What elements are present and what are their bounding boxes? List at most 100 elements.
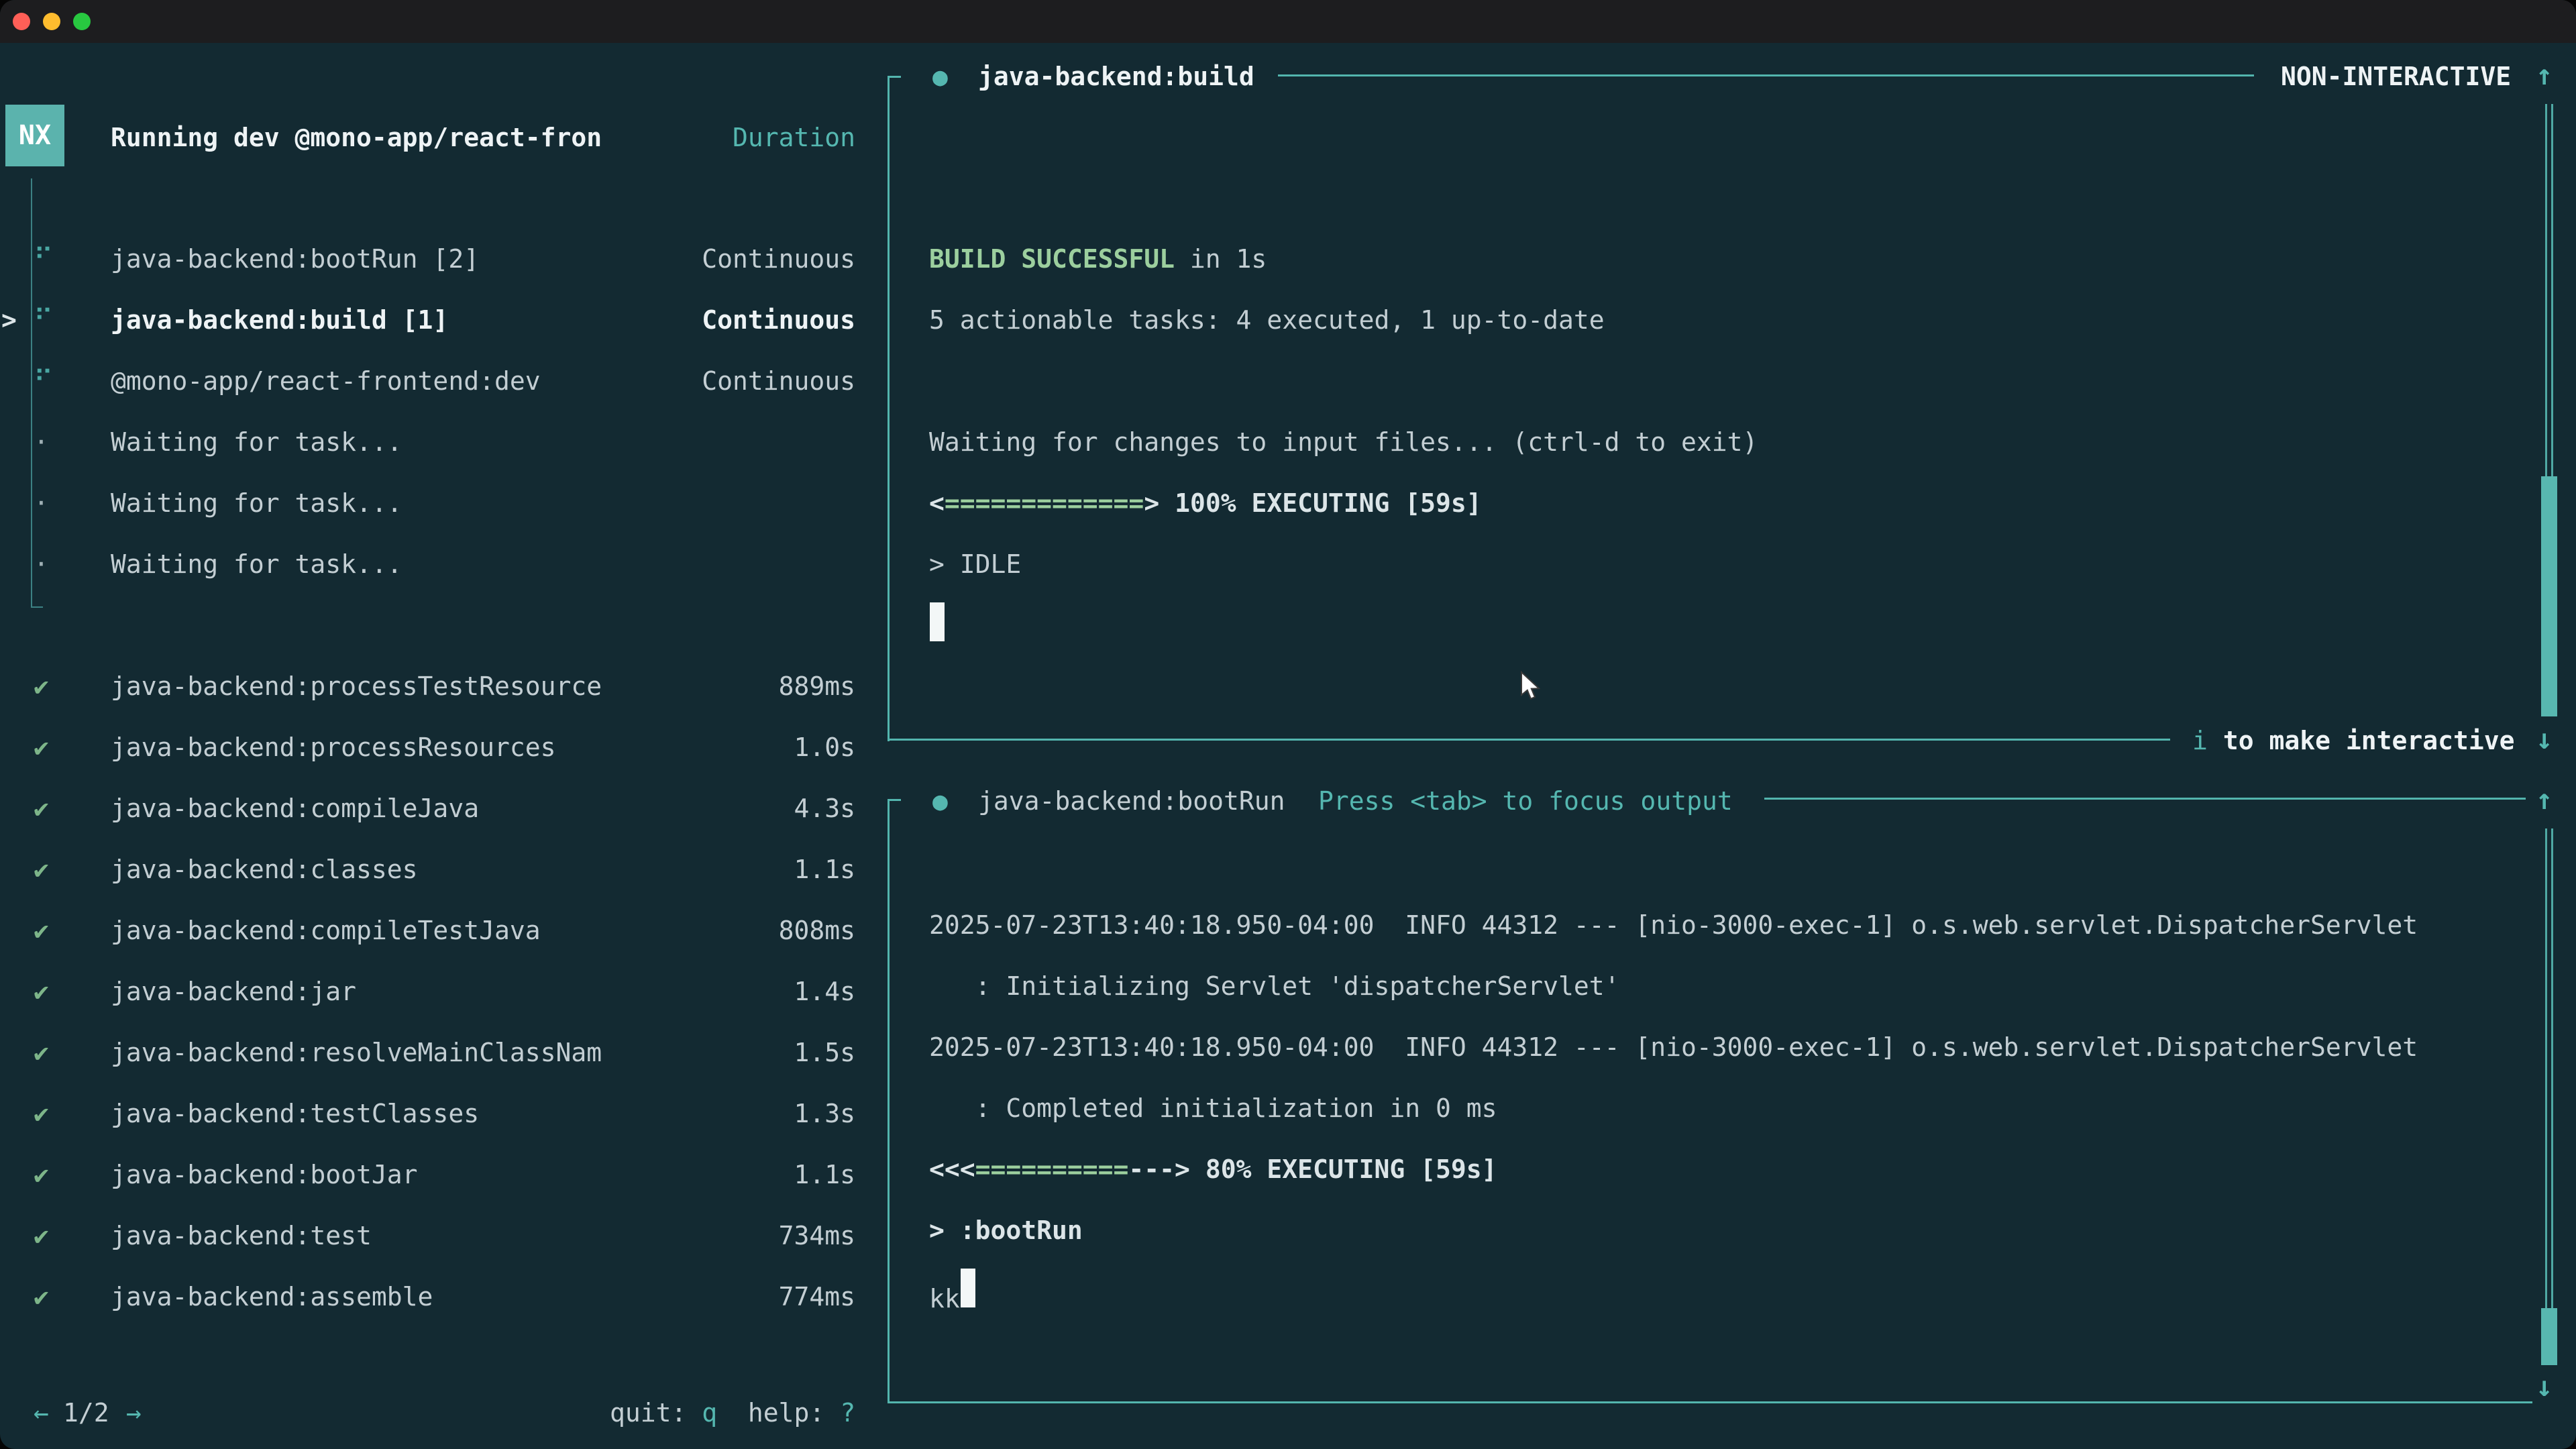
done-task-row[interactable]: ✔ java-backend:testClasses 1.3s [0, 1083, 865, 1144]
check-icon: ✔ [34, 916, 49, 945]
bootrun-pane-bullet-icon: ● [932, 786, 948, 816]
waiting-dot-icon: · [34, 488, 49, 518]
waiting-task-row[interactable]: · Waiting for task... [0, 533, 865, 594]
waiting-task-row[interactable]: · Waiting for task... [0, 472, 865, 533]
task-row[interactable]: > ⠋ java-backend:build [1] Continuous [0, 289, 865, 350]
task-duration: 808ms [779, 916, 855, 945]
task-duration: 1.1s [794, 1160, 855, 1189]
terminal-line [929, 594, 2559, 655]
task-status: Continuous [702, 244, 855, 274]
done-task-row[interactable]: ✔ java-backend:processResources 1.0s [0, 716, 865, 777]
task-label: java-backend:assemble [111, 1282, 433, 1311]
task-row[interactable]: > ⠋ @mono-app/react-frontend:dev Continu… [0, 350, 865, 411]
terminal-line: Waiting for changes to input files... (c… [929, 411, 2559, 472]
done-task-row[interactable]: ✔ java-backend:compileTestJava 808ms [0, 900, 865, 961]
done-task-row[interactable]: ✔ java-backend:bootJar 1.1s [0, 1144, 865, 1205]
scroll-down-icon[interactable]: ↓ [2536, 724, 2553, 755]
task-label: java-backend:compileTestJava [111, 916, 541, 945]
task-label: java-backend:processTestResource [111, 672, 602, 701]
zoom-button[interactable] [73, 13, 91, 30]
done-task-list: ✔ java-backend:processTestResource 889ms… [0, 655, 865, 1327]
task-duration: 1.5s [794, 1038, 855, 1067]
terminal-line: : Initializing Servlet 'dispatcherServle… [929, 955, 2559, 1016]
waiting-label: Waiting for task... [111, 427, 402, 457]
scroll-up-icon[interactable]: ↑ [2536, 784, 2553, 815]
bootrun-pane-left-border [888, 799, 890, 1403]
task-duration: 774ms [779, 1282, 855, 1311]
check-icon: ✔ [34, 733, 49, 762]
terminal-line: : Completed initialization in 0 ms [929, 1077, 2559, 1138]
build-scrollbar-track[interactable] [2545, 104, 2553, 476]
footer-hints: quit: q help: ? [610, 1397, 855, 1428]
task-label: java-backend:bootJar [111, 1160, 418, 1189]
terminal-line: > :bootRun [929, 1199, 2559, 1260]
task-duration: 1.0s [794, 733, 855, 762]
task-duration: 889ms [779, 672, 855, 701]
task-label: java-backend:test [111, 1221, 372, 1250]
bootrun-pane-top-border [1764, 798, 2526, 800]
spinner-icon: ⠋ [34, 366, 53, 396]
terminal-line: BUILD SUCCESSFUL in 1s [929, 228, 2559, 289]
waiting-label: Waiting for task... [111, 488, 402, 518]
duration-header: Duration [733, 122, 855, 153]
done-task-row[interactable]: ✔ java-backend:classes 1.1s [0, 839, 865, 900]
task-label: java-backend:compileJava [111, 794, 479, 823]
bootrun-scrollbar-track[interactable] [2545, 828, 2553, 1308]
task-row[interactable]: > ⠋ java-backend:bootRun [2] Continuous [0, 228, 865, 289]
build-pane-title[interactable]: java-backend:build [978, 61, 1254, 92]
task-label: java-backend:classes [111, 855, 418, 884]
help-label: help: [717, 1398, 840, 1428]
task-status: Continuous [702, 366, 855, 396]
build-pane-bottom-border [888, 739, 2170, 741]
task-label: java-backend:bootRun [2] [111, 244, 479, 274]
build-pane-top-border [1278, 74, 2254, 76]
mouse-cursor [1517, 671, 1547, 706]
terminal-line: kk [929, 1260, 2559, 1322]
bootrun-output: 2025-07-23T13:40:18.950-04:00 INFO 44312… [929, 894, 2559, 1322]
quit-label: quit: [610, 1398, 702, 1428]
terminal-line: 2025-07-23T13:40:18.950-04:00 INFO 44312… [929, 1016, 2559, 1077]
done-task-row[interactable]: ✔ java-backend:assemble 774ms [0, 1266, 865, 1327]
task-label: java-backend:resolveMainClassNam [111, 1038, 602, 1067]
done-task-row[interactable]: ✔ java-backend:resolveMainClassNam 1.5s [0, 1022, 865, 1083]
close-button[interactable] [13, 13, 30, 30]
build-pane-left-border [888, 76, 890, 741]
cursor-block [930, 602, 945, 641]
waiting-dot-icon: · [34, 427, 49, 457]
bootrun-scrollbar-thumb[interactable] [2541, 1308, 2557, 1365]
task-duration: 1.3s [794, 1099, 855, 1128]
spinner-icon: ⠋ [34, 305, 53, 335]
check-icon: ✔ [34, 672, 49, 701]
waiting-dot-icon: · [34, 549, 49, 579]
waiting-label: Waiting for task... [111, 549, 402, 579]
active-task-list: > ⠋ java-backend:bootRun [2] Continuous … [0, 228, 865, 411]
task-label: java-backend:processResources [111, 733, 555, 762]
done-task-row[interactable]: ✔ java-backend:compileJava 4.3s [0, 777, 865, 839]
task-label: @mono-app/react-frontend:dev [111, 366, 541, 396]
check-icon: ✔ [34, 1038, 49, 1067]
bootrun-pane-title[interactable]: java-backend:bootRun [978, 786, 1285, 816]
task-label: java-backend:build [1] [111, 305, 448, 335]
terminal-line [929, 350, 2559, 411]
waiting-task-row[interactable]: · Waiting for task... [0, 411, 865, 472]
minimize-button[interactable] [43, 13, 60, 30]
done-task-row[interactable]: ✔ java-backend:processTestResource 889ms [0, 655, 865, 716]
terminal-window: NX Running dev @mono-app/react-fron Dura… [0, 0, 2576, 1449]
done-task-row[interactable]: ✔ java-backend:jar 1.4s [0, 961, 865, 1022]
task-status: Continuous [702, 305, 855, 335]
build-pane-corner [888, 76, 901, 78]
terminal-line: 5 actionable tasks: 4 executed, 1 up-to-… [929, 289, 2559, 350]
sidebar-title: Running dev @mono-app/react-fron [111, 122, 602, 153]
done-task-row[interactable]: ✔ java-backend:test 734ms [0, 1205, 865, 1266]
interactive-hint: to make interactive [2208, 725, 2515, 756]
task-label: java-backend:jar [111, 977, 356, 1006]
quit-key: q [702, 1398, 717, 1428]
terminal-line: <<<==========---> 80% EXECUTING [59s] [929, 1138, 2559, 1199]
help-key: ? [840, 1398, 855, 1428]
page-next-icon[interactable]: → [126, 1397, 142, 1428]
build-scrollbar-thumb[interactable] [2541, 476, 2557, 716]
scroll-up-icon[interactable]: ↑ [2536, 60, 2553, 91]
page-prev-icon[interactable]: ← [34, 1397, 49, 1428]
scroll-down-icon[interactable]: ↓ [2536, 1371, 2553, 1402]
page-indicator: 1/2 [63, 1397, 109, 1428]
